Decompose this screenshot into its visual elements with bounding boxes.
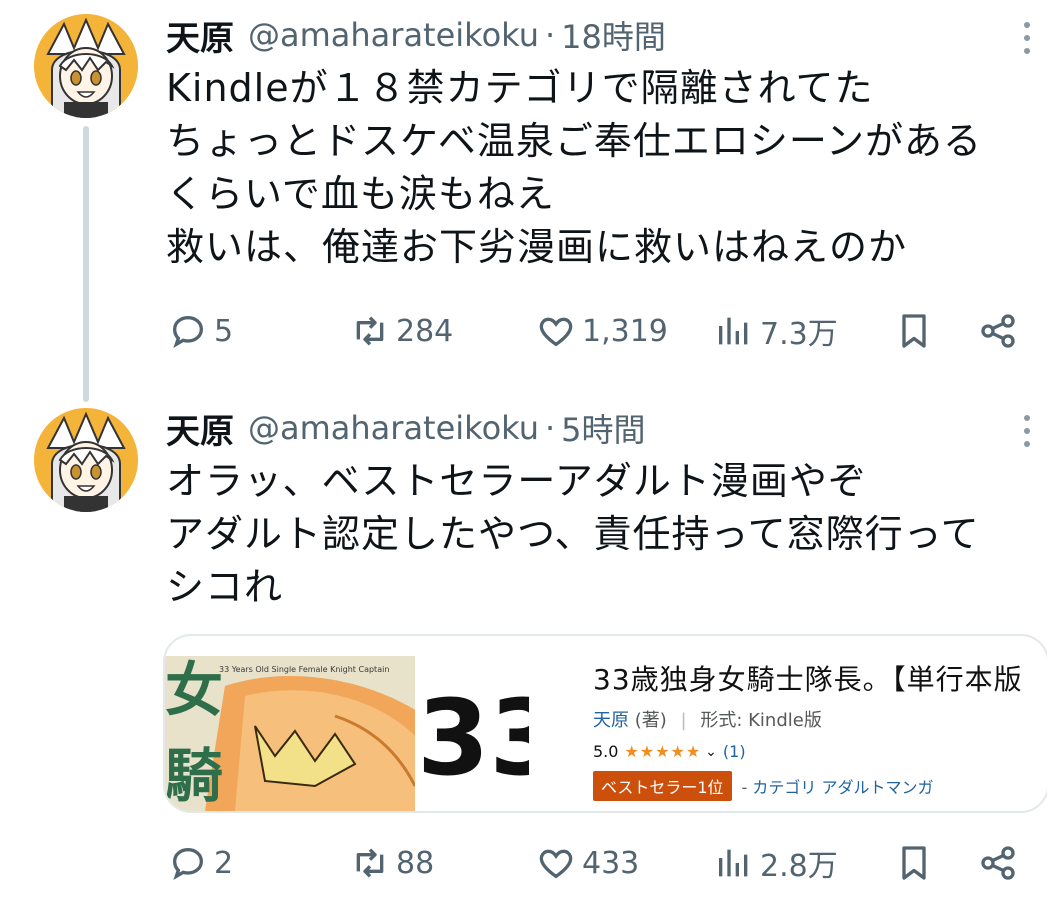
like-count: 1,319 [582, 313, 668, 349]
share-icon [981, 314, 1015, 348]
author-role: (著) [634, 710, 667, 731]
tweet-text-line: シコれ [166, 565, 284, 609]
avatar[interactable] [34, 14, 138, 118]
avatar[interactable] [34, 408, 138, 512]
like-button[interactable]: 1,319 [536, 306, 668, 356]
like-count: 433 [582, 845, 640, 881]
views-count: 7.3万 [760, 317, 838, 352]
tweet-text-line: オラッ、ベストセラーアダルト漫画やぞ [166, 459, 867, 503]
link-card[interactable]: 女 騎 33 Years Old Single Female Knight Ca… [163, 634, 1047, 813]
separator-dot: · [544, 409, 556, 447]
timestamp[interactable]: 5時間 [561, 405, 645, 451]
more-icon[interactable] [1018, 411, 1036, 451]
reply-icon [172, 315, 204, 349]
share-button[interactable] [978, 838, 1024, 888]
category-dash: - [741, 778, 748, 797]
reply-count: 2 [214, 845, 234, 881]
retweet-count: 284 [396, 313, 454, 349]
bookmark-button[interactable] [894, 306, 940, 356]
bestseller-row: ベストセラー1位 - カテゴリ アダルトマンガ [593, 771, 1047, 801]
views-icon [719, 849, 748, 877]
action-bar: 2 88 433 2.8万 [166, 838, 1036, 888]
tweet-text-line: 救いは、俺達お下劣漫画に救いはねえのか [166, 225, 908, 269]
like-icon [539, 849, 573, 879]
product-rating: 5.0 ★★★★★ ⌄ (1) [593, 742, 1047, 761]
like-icon [539, 317, 573, 347]
book-cover-image: 女 騎 33 Years Old Single Female Knight Ca… [165, 656, 529, 811]
tweet-header: 天原 @amaharateikoku · 18時間 [166, 10, 666, 60]
product-author[interactable]: 天原 [593, 710, 629, 731]
retweet-button[interactable]: 284 [350, 306, 453, 356]
product-info: 33歳独身女騎士隊長。【単行本版 天原 (著) | 形式: Kindle版 5.… [593, 658, 1047, 801]
tweet-text-line: ちょっとドスケベ温泉ご奉仕エロシーンがある [166, 119, 982, 163]
display-name[interactable]: 天原 [166, 11, 234, 60]
bookmark-icon [902, 846, 926, 880]
tweet-text: オラッ、ベストセラーアダルト漫画やぞ アダルト認定したやつ、責任持って窓際行って… [166, 455, 1046, 614]
views-button[interactable]: 2.8万 [714, 838, 838, 888]
cover-kanji-1: 女 [165, 656, 223, 724]
share-button[interactable] [978, 306, 1024, 356]
retweet-icon [356, 316, 384, 346]
thread-line [83, 126, 89, 402]
more-icon[interactable] [1018, 18, 1036, 58]
bestseller-badge: ベストセラー1位 [593, 771, 732, 801]
reply-count: 5 [214, 313, 234, 349]
bookmark-button[interactable] [894, 838, 940, 888]
user-handle[interactable]: @amaharateikoku [248, 16, 539, 54]
cover-subtitle: 33 Years Old Single Female Knight Captai… [219, 665, 389, 674]
action-bar: 5 284 1,319 7.3万 [166, 306, 1036, 356]
product-title[interactable]: 33歳独身女騎士隊長。【単行本版 [593, 658, 1047, 698]
like-button[interactable]: 433 [536, 838, 639, 888]
bookmark-icon [902, 314, 926, 348]
tweet-text-line: アダルト認定したやつ、責任持って窓際行って [166, 512, 980, 556]
meta-divider: | [680, 710, 687, 731]
reply-button[interactable]: 2 [168, 838, 233, 888]
views-icon [719, 317, 748, 345]
star-icon: ★★★★★ [624, 742, 702, 761]
retweet-icon [356, 848, 384, 878]
bestseller-category[interactable]: - カテゴリ アダルトマンガ [742, 774, 934, 798]
retweet-count: 88 [396, 845, 435, 881]
rating-count[interactable]: (1) [723, 742, 746, 761]
tweet-text-line: Kindleが１８禁カテゴリで隔離されてた [166, 66, 874, 110]
views-button[interactable]: 7.3万 [714, 306, 838, 356]
share-icon [981, 846, 1015, 880]
reply-button[interactable]: 5 [168, 306, 233, 356]
product-meta: 天原 (著) | 形式: Kindle版 [593, 706, 1047, 732]
rating-value: 5.0 [593, 742, 619, 761]
tweet-text-line: くらいで血も涙もねえ [166, 172, 555, 216]
views-count: 2.8万 [760, 849, 838, 884]
separator-dot: · [544, 16, 556, 54]
user-handle[interactable]: @amaharateikoku [248, 409, 539, 447]
retweet-button[interactable]: 88 [350, 838, 434, 888]
cover-kanji-2: 騎 [165, 742, 223, 810]
reply-icon [172, 847, 204, 881]
display-name[interactable]: 天原 [166, 404, 234, 453]
product-format: 形式: Kindle版 [700, 710, 822, 731]
tweet-header: 天原 @amaharateikoku · 5時間 [166, 403, 646, 453]
chevron-down-icon[interactable]: ⌄ [705, 744, 717, 760]
cover-number: 33 [417, 677, 529, 799]
timestamp[interactable]: 18時間 [561, 12, 666, 58]
category-text: カテゴリ アダルトマンガ [752, 778, 934, 797]
tweet-text: Kindleが１８禁カテゴリで隔離されてた ちょっとドスケベ温泉ご奉仕エロシーン… [166, 62, 1046, 274]
